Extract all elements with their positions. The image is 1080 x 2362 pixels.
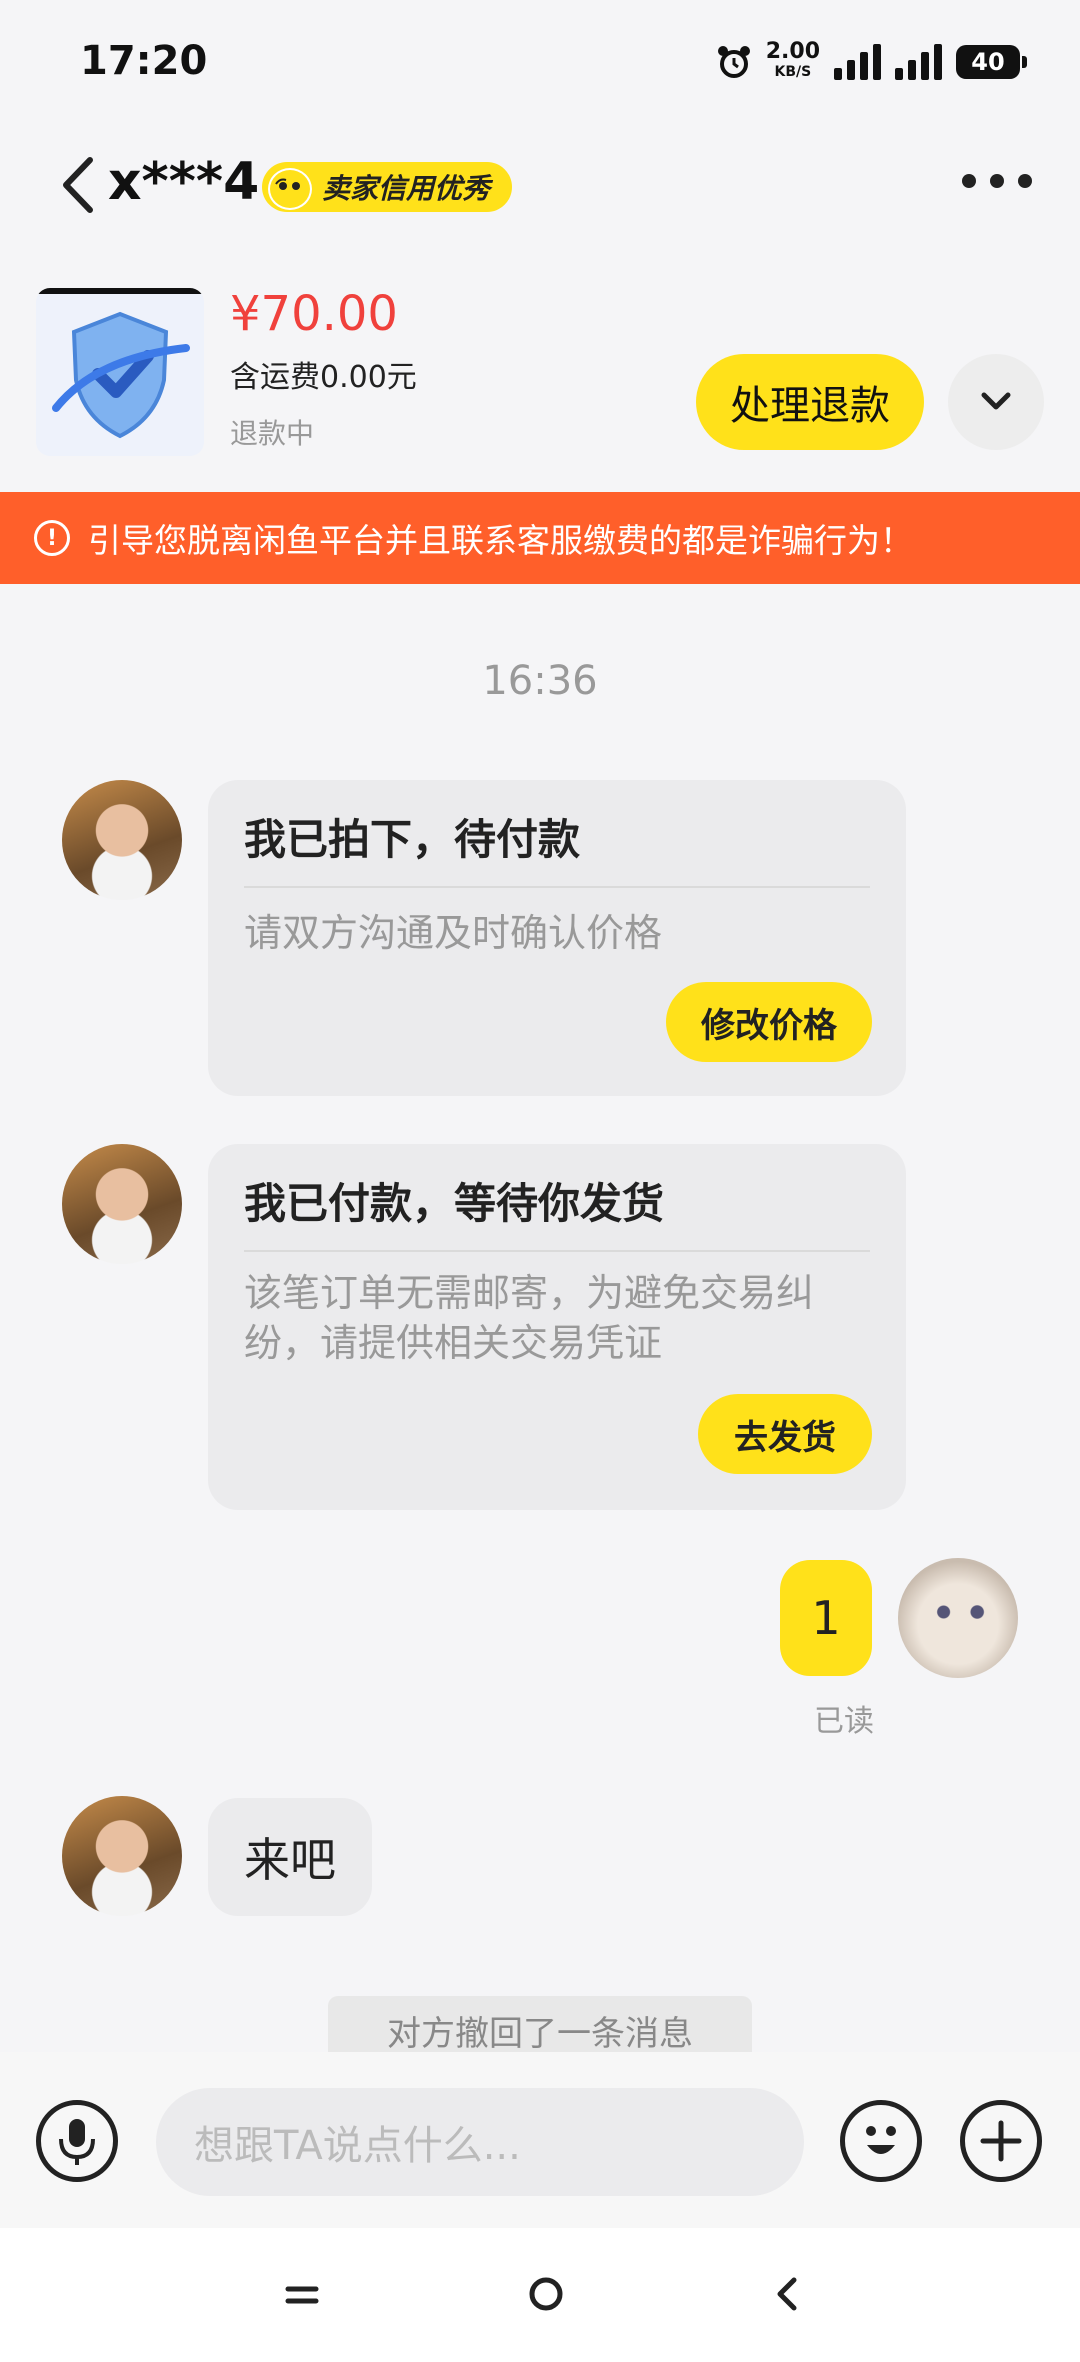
chat-timestamp: 16:36	[482, 658, 598, 704]
avatar[interactable]	[62, 1144, 182, 1264]
product-price: ¥70.00	[230, 286, 398, 342]
order-card-pending-payment: 我已拍下，待付款 请双方沟通及时确认价格 修改价格	[208, 780, 906, 1096]
nav-menu-icon[interactable]	[282, 2280, 322, 2310]
read-status: 已读	[814, 1704, 874, 1739]
shield-check-icon	[52, 311, 190, 439]
my-message-bubble[interactable]: 1	[780, 1560, 872, 1676]
shipping-fee: 含运费0.00元	[230, 360, 417, 395]
avatar[interactable]	[62, 1796, 182, 1916]
warning-icon: !	[34, 520, 70, 556]
chevron-down-icon	[981, 392, 1011, 410]
plus-icon[interactable]	[960, 2100, 1042, 2182]
their-message-bubble[interactable]: 来吧	[208, 1798, 372, 1916]
process-refund-button[interactable]: 处理退款	[696, 354, 924, 450]
fraud-warning-banner: ! 引导您脱离闲鱼平台并且联系客服缴费的都是诈骗行为！	[0, 492, 1080, 584]
alarm-icon	[717, 46, 750, 78]
card-title: 我已付款，等待你发货	[244, 1179, 665, 1228]
card-description: 该笔订单无需邮寄，为避免交易纠纷，请提供相关交易凭证	[244, 1271, 815, 1365]
product-image[interactable]	[36, 288, 204, 456]
seller-credit-badge[interactable]: 卖家信用优秀	[262, 162, 513, 212]
card-divider	[244, 886, 870, 888]
status-time: 17:20	[80, 38, 208, 84]
recalled-message-notice: 对方撤回了一条消息	[328, 1996, 752, 2052]
card-divider	[244, 1250, 870, 1252]
my-avatar[interactable]	[898, 1558, 1018, 1678]
expand-button[interactable]	[948, 354, 1044, 450]
badge-label: 卖家信用优秀	[322, 172, 491, 205]
battery-icon: 40	[956, 45, 1027, 79]
fraud-warning-text: 引导您脱离闲鱼平台并且联系客服缴费的都是诈骗行为！	[88, 521, 913, 560]
card-title: 我已拍下，待付款	[244, 815, 581, 864]
back-arrow-icon[interactable]	[50, 150, 110, 220]
signal-icon-2	[895, 44, 942, 80]
avatar[interactable]	[62, 780, 182, 900]
card-description: 请双方沟通及时确认价格	[244, 911, 663, 955]
message-input[interactable]: 想跟TA说点什么...	[156, 2088, 804, 2196]
network-speed-value: 2.00	[765, 39, 820, 64]
network-speed: 2.00 KB/S	[765, 39, 820, 82]
order-card-paid: 我已付款，等待你发货 该笔订单无需邮寄，为避免交易纠纷，请提供相关交易凭证 去发…	[208, 1144, 906, 1510]
network-speed-unit: KB/S	[774, 64, 812, 80]
signal-icon	[834, 44, 881, 80]
system-nav-bar	[0, 2228, 1080, 2362]
nav-home-icon[interactable]	[526, 2274, 566, 2314]
more-icon[interactable]	[962, 166, 1032, 196]
input-bar: 想跟TA说点什么...	[0, 2052, 1080, 2228]
nav-back-icon[interactable]	[772, 2274, 802, 2314]
microphone-icon[interactable]	[36, 2100, 118, 2182]
chat-title[interactable]: x***4	[108, 152, 259, 212]
modify-price-button[interactable]: 修改价格	[666, 982, 872, 1062]
ship-goods-button[interactable]: 去发货	[698, 1394, 872, 1474]
order-status: 退款中	[230, 417, 315, 450]
badge-face-icon	[268, 168, 312, 210]
emoji-icon[interactable]	[840, 2100, 922, 2182]
status-icons: 2.00 KB/S 40	[716, 39, 1027, 82]
